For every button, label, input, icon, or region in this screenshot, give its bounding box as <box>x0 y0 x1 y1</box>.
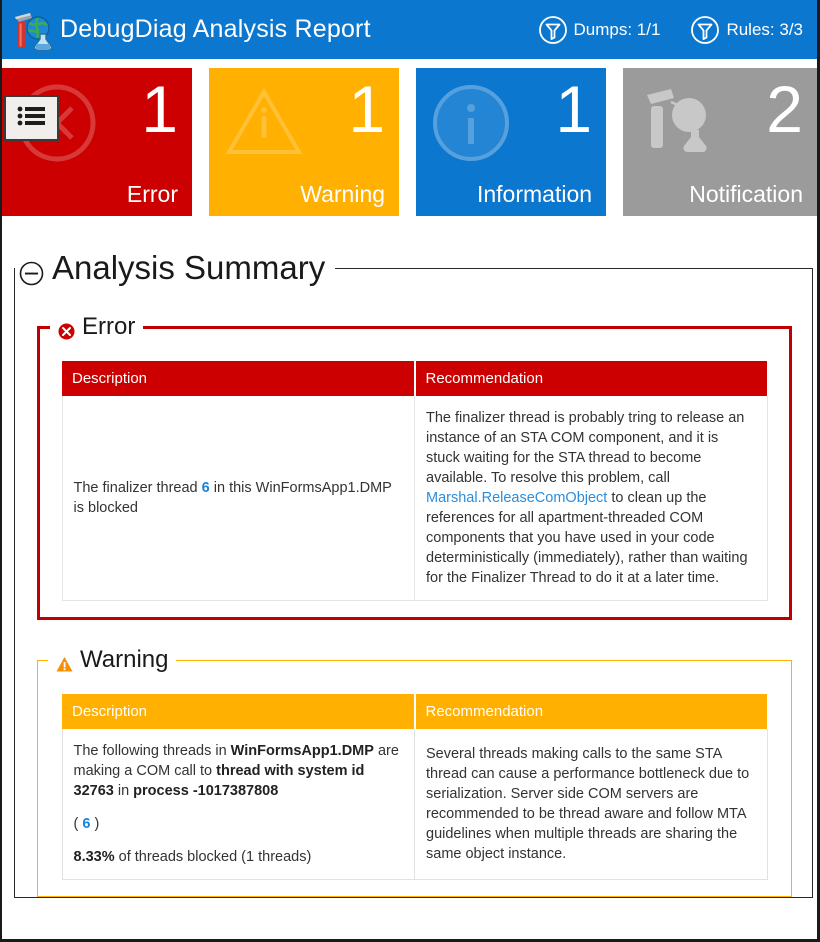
tile-warning[interactable]: 1 Warning <box>209 68 400 216</box>
tile-count: 1 <box>141 72 179 146</box>
information-circle-icon <box>430 82 512 164</box>
error-section-legend: Error <box>50 313 143 341</box>
app-header: DebugDiag Analysis Report Dumps: 1/1 Rul… <box>2 0 817 59</box>
column-header-recommendation: Recommendation <box>414 361 767 396</box>
warning-blocked-rest: of threads blocked (1 threads) <box>114 849 312 865</box>
page-title: DebugDiag Analysis Report <box>60 15 371 43</box>
rules-filter-label: Rules: 3/3 <box>726 19 803 39</box>
warning-section-legend: Warning <box>48 646 176 674</box>
error-section-title: Error <box>82 313 136 340</box>
error-description-pre: The finalizer thread <box>73 480 202 496</box>
error-description-cell: The finalizer thread 6 in this WinFormsA… <box>61 396 415 601</box>
analysis-summary-section: Analysis Summary Error Description Recom… <box>14 249 813 898</box>
analysis-summary-legend: Analysis Summary <box>15 249 335 287</box>
warning-desc-dump: WinFormsApp1.DMP <box>230 743 374 759</box>
error-table: Description Recommendation The finalizer… <box>61 361 768 601</box>
rules-filter[interactable]: Rules: 3/3 <box>690 15 803 45</box>
table-row: The finalizer thread 6 in this WinFormsA… <box>61 396 768 601</box>
funnel-icon <box>690 15 720 45</box>
error-section: Error Description Recommendation The fin… <box>37 313 792 620</box>
list-menu-icon <box>17 104 47 133</box>
funnel-icon <box>538 15 568 45</box>
warning-paren-close: ) <box>90 816 100 832</box>
tile-error[interactable]: 1 Error <box>2 68 193 216</box>
tile-label: Notification <box>689 181 803 207</box>
tile-count: 2 <box>766 72 803 146</box>
warning-desc-process: process -1017387808 <box>133 783 279 799</box>
menu-button[interactable] <box>4 95 59 141</box>
error-recommendation-cell: The finalizer thread is probably tring t… <box>414 396 768 601</box>
error-circle-x-icon <box>58 319 75 339</box>
warning-section-title: Warning <box>80 646 169 673</box>
debugdiag-logo-icon <box>10 8 54 52</box>
warning-table: Description Recommendation The following… <box>61 694 768 880</box>
warning-section: Warning Description Recommendation The f… <box>37 646 792 897</box>
dumps-filter[interactable]: Dumps: 1/1 <box>538 15 661 45</box>
tile-information[interactable]: 1 Information <box>416 68 607 216</box>
table-header-row: Description Recommendation <box>62 361 767 396</box>
dumps-filter-label: Dumps: 1/1 <box>573 19 661 39</box>
marshal-releasecomobject-link[interactable]: Marshal.ReleaseComObject <box>426 490 607 506</box>
warning-description-cell: The following threads in WinFormsApp1.DM… <box>61 729 415 880</box>
warning-blocked-percent: 8.33% <box>73 849 115 865</box>
summary-tiles: 1 Error 1 Warning 1 Information 2 Notifi… <box>2 59 817 225</box>
error-recommendation-pre: The finalizer thread is probably tring t… <box>426 410 745 486</box>
tile-notification[interactable]: 2 Notification <box>623 68 817 216</box>
warning-triangle-icon <box>223 82 305 164</box>
column-header-description: Description <box>62 694 416 729</box>
tile-label: Information <box>476 181 593 207</box>
warning-recommendation-cell: Several threads making calls to the same… <box>414 729 768 880</box>
column-header-recommendation: Recommendation <box>414 694 767 729</box>
table-header-row: Description Recommendation <box>62 694 767 729</box>
report-content: Analysis Summary Error Description Recom… <box>2 249 817 898</box>
warning-desc-l3: in <box>113 783 134 799</box>
tile-label: Error <box>126 181 179 207</box>
table-row: The following threads in WinFormsApp1.DM… <box>61 729 768 880</box>
analysis-summary-title: Analysis Summary <box>52 249 326 286</box>
minus-circle-icon[interactable] <box>19 256 44 285</box>
debug-tools-icon <box>637 82 719 164</box>
debugdiag-report-window: DebugDiag Analysis Report Dumps: 1/1 Rul… <box>0 0 820 942</box>
warning-triangle-icon <box>56 652 73 671</box>
tile-count: 1 <box>348 72 386 146</box>
tile-label: Warning <box>300 181 386 207</box>
thread-link[interactable]: 6 <box>202 480 210 496</box>
tile-count: 1 <box>555 72 593 146</box>
warning-desc-l1: The following threads in <box>73 743 231 759</box>
column-header-description: Description <box>62 361 416 396</box>
